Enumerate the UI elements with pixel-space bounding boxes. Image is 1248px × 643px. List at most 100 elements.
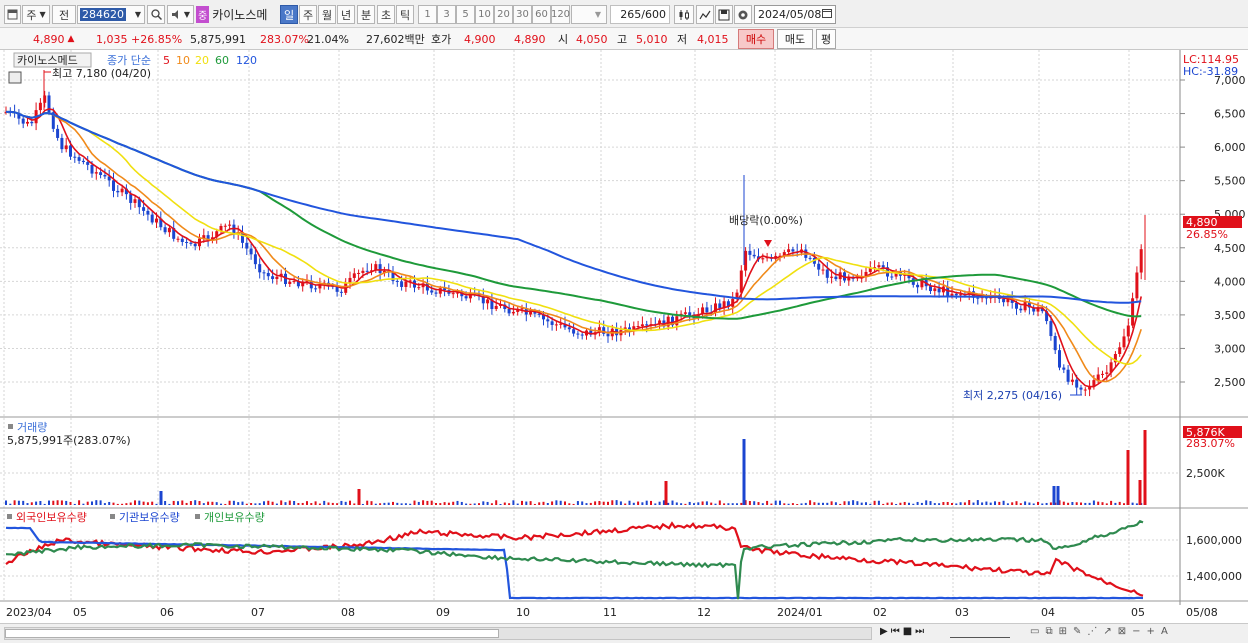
volume-bar (981, 502, 984, 505)
candle-body (430, 290, 434, 293)
volume-bar (628, 500, 631, 505)
minute-button[interactable]: 10 (475, 5, 494, 24)
minute-button[interactable]: 120 (551, 5, 570, 24)
volume-bar (194, 500, 197, 505)
minute-button[interactable]: 5 (456, 5, 475, 24)
zoom-in-icon[interactable]: + (1147, 626, 1155, 637)
stock-name-field[interactable]: 중 카이노스메 (196, 5, 267, 24)
speaker-icon[interactable]: ▼ (167, 5, 194, 24)
volume-bar (809, 500, 812, 505)
candle-body (69, 145, 72, 157)
stop-icon[interactable]: ■ (903, 626, 912, 637)
volume-bar (336, 503, 339, 505)
holdings-legend-item: 기관보유수량 (119, 511, 180, 524)
minute-button[interactable]: 30 (513, 5, 532, 24)
holdings-legend-item: 외국인보유수량 (16, 511, 87, 524)
horizontal-scrollbar[interactable] (4, 627, 872, 640)
minute-button[interactable]: 60 (532, 5, 551, 24)
candle-body (167, 228, 171, 233)
zoom-out-icon[interactable]: − (1132, 626, 1140, 637)
volume-bar (1041, 503, 1044, 505)
pattern-icon[interactable]: ⋰ (1087, 626, 1097, 637)
volume-bar (619, 501, 622, 505)
code-input[interactable]: 284620 ▼ (77, 5, 145, 24)
copy-icon[interactable]: ⧉ (1045, 626, 1052, 637)
volume-bar (890, 502, 893, 505)
period-button[interactable]: 분 (357, 5, 375, 24)
period-button[interactable]: 틱 (396, 5, 414, 24)
volume-bar (804, 502, 807, 505)
volume-bar (882, 503, 885, 505)
volume-bar (263, 501, 265, 505)
minute-button[interactable]: 20 (494, 5, 513, 24)
price-axis-label: 7,000 (1214, 74, 1246, 87)
fast-forward-icon[interactable]: ⏭ (915, 626, 924, 637)
quote-bar: 4,890 ▲ 1,035 +26.85% 5,875,991 283.07% 2… (0, 28, 1248, 50)
search-icon[interactable] (147, 5, 165, 24)
volume-bar (52, 500, 55, 505)
date-field[interactable]: 2024/05/08 (754, 5, 836, 24)
volume-bar (228, 500, 231, 505)
volume-bar (404, 503, 407, 505)
stock-badge: 중 (196, 6, 210, 23)
price-axis-label: 5,500 (1214, 175, 1246, 188)
candle-type-icon[interactable] (674, 5, 694, 24)
calendar-icon (822, 8, 832, 21)
zoom-slider[interactable] (950, 628, 1010, 638)
volume-bar (318, 503, 321, 505)
holdings-legend-item: 개인보유수량 (204, 511, 265, 524)
line-tool-icon[interactable] (696, 5, 714, 24)
candle-body (718, 303, 722, 309)
font-size-icon[interactable]: A (1161, 626, 1168, 637)
volume-bar (568, 503, 571, 505)
prev-button[interactable]: 전 (52, 5, 76, 24)
candle-body (185, 241, 189, 243)
minute-button[interactable]: 3 (437, 5, 456, 24)
scrollbar-thumb[interactable] (5, 629, 499, 638)
lock-icon[interactable]: ⊠ (1118, 626, 1126, 637)
rewind-icon[interactable]: ⏮ (891, 626, 900, 637)
window-icon[interactable] (4, 5, 21, 24)
volume-bar (822, 502, 824, 505)
volume-axis-label: 2,500K (1186, 467, 1225, 480)
volume-bar (280, 500, 283, 505)
trend-icon[interactable]: ↗ (1103, 626, 1111, 637)
volume-bar (1015, 501, 1018, 505)
volume-bar (1071, 502, 1074, 505)
market-type-select[interactable]: 주 ▼ (22, 5, 50, 24)
period-button[interactable]: 초 (377, 5, 395, 24)
volume-bar (503, 502, 506, 505)
play-icon[interactable]: ▶ (880, 626, 888, 637)
candle-body (791, 249, 795, 252)
volume-bar (189, 501, 192, 505)
gear-icon[interactable] (734, 5, 752, 24)
volume-bar (693, 503, 695, 505)
volume-bar (69, 501, 72, 505)
volume-bar (834, 502, 837, 505)
save-icon[interactable] (715, 5, 733, 24)
candle-body (176, 238, 180, 240)
volume-bar (718, 500, 721, 505)
volume-bar (1037, 501, 1039, 505)
compare-icon[interactable]: ⊞ (1059, 626, 1067, 637)
minute-button[interactable]: 1 (418, 5, 437, 24)
draw-icon[interactable]: ✎ (1073, 626, 1081, 637)
period-button[interactable]: 년 (337, 5, 355, 24)
ma-legend-item: 20 (195, 54, 209, 67)
period-button[interactable]: 월 (318, 5, 336, 24)
volume-bar (886, 502, 889, 505)
minute-select[interactable]: ▼ (571, 5, 607, 24)
volume-bar (409, 503, 412, 505)
candle-body (266, 272, 270, 277)
table-icon[interactable] (8, 71, 22, 84)
buy-button[interactable]: 매수 (738, 29, 774, 49)
rect-icon[interactable]: ▭ (1030, 626, 1039, 637)
count-field[interactable]: 265/600 (610, 5, 670, 24)
sell-button[interactable]: 매도 (777, 29, 813, 49)
candle-body (1015, 302, 1018, 309)
period-button[interactable]: 주 (299, 5, 317, 24)
period-button[interactable]: 일 (280, 5, 298, 24)
volume-bar (1049, 502, 1052, 505)
eval-button[interactable]: 평 (816, 29, 836, 49)
stock-chart[interactable]: 카이노스메드 종가 단순 5 10 20 60 120 LC:114.95 HC:-31… (0, 50, 1248, 623)
